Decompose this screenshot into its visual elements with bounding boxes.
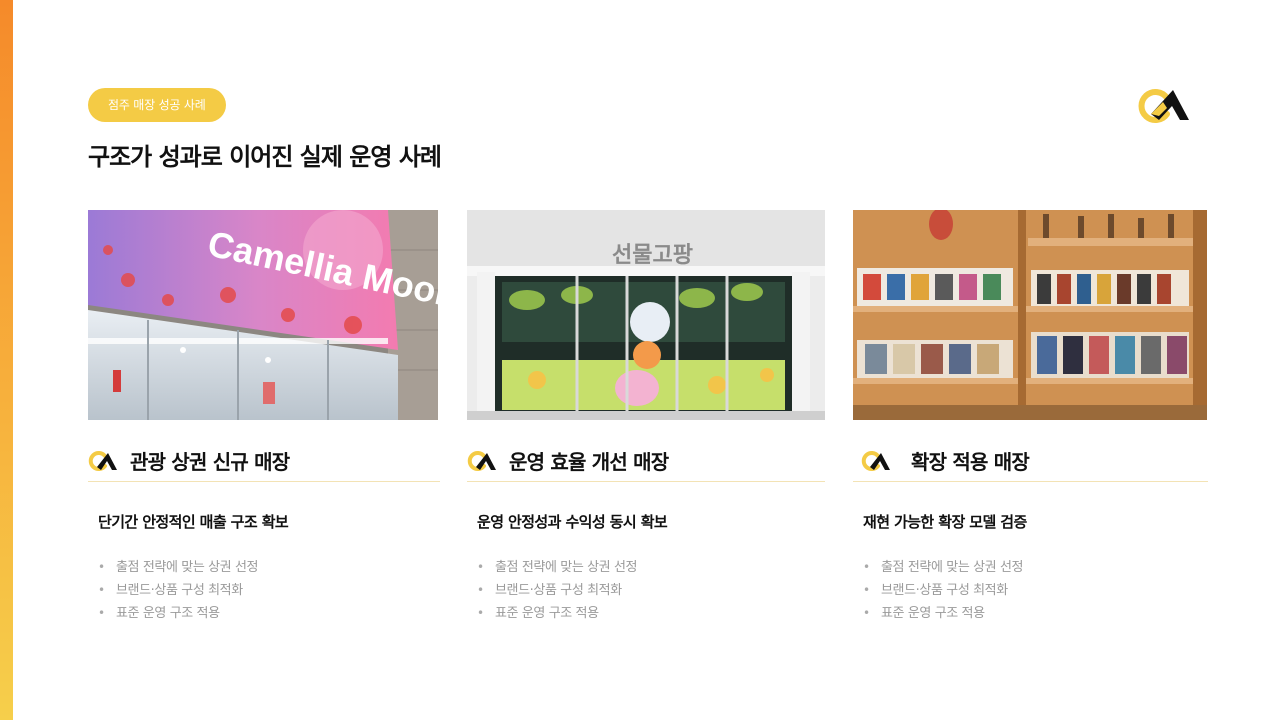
list-item: 출점 전략에 맞는 상권 선정 bbox=[863, 556, 1023, 579]
list-item: 브랜드·상품 구성 최적화 bbox=[477, 579, 637, 602]
card-title: 확장 적용 매장 bbox=[911, 450, 1030, 474]
card-subtitle: 단기간 안정적인 매출 구조 확보 bbox=[98, 513, 289, 531]
list-item: 출점 전략에 맞는 상권 선정 bbox=[98, 556, 258, 579]
card-header: 운영 효율 개선 매장 bbox=[467, 446, 669, 475]
card-header: 확장 적용 매장 bbox=[861, 446, 1030, 475]
list-item: 브랜드·상품 구성 최적화 bbox=[98, 579, 258, 602]
brand-mark-icon bbox=[861, 450, 890, 471]
card-title: 관광 상권 신규 매장 bbox=[130, 450, 290, 474]
card-subtitle: 재현 가능한 확장 모델 검증 bbox=[863, 513, 1027, 531]
brand-mark-icon bbox=[88, 450, 117, 471]
store-photo-shelves bbox=[853, 210, 1207, 420]
bullet-list: 출점 전략에 맞는 상권 선정 브랜드·상품 구성 최적화 표준 운영 구조 적… bbox=[863, 556, 1023, 625]
card-header: 관광 상권 신규 매장 bbox=[88, 446, 290, 475]
card-subtitle: 운영 안정성과 수익성 동시 확보 bbox=[477, 513, 668, 531]
page-title: 구조가 성과로 이어진 실제 운영 사례 bbox=[88, 143, 442, 171]
store-photo-gift-shop: 선물고팡 bbox=[467, 210, 825, 420]
bullet-list: 출점 전략에 맞는 상권 선정 브랜드·상품 구성 최적화 표준 운영 구조 적… bbox=[98, 556, 258, 625]
divider bbox=[853, 481, 1208, 482]
divider bbox=[467, 481, 825, 482]
store-photo-camellia-moon: Camellia Moon bbox=[88, 210, 438, 420]
side-accent-bar bbox=[0, 0, 13, 720]
list-item: 브랜드·상품 구성 최적화 bbox=[863, 579, 1023, 602]
divider bbox=[88, 481, 440, 482]
list-item: 출점 전략에 맞는 상권 선정 bbox=[477, 556, 637, 579]
bullet-list: 출점 전략에 맞는 상권 선정 브랜드·상품 구성 최적화 표준 운영 구조 적… bbox=[477, 556, 637, 625]
section-badge: 점주 매장 성공 사례 bbox=[88, 88, 226, 122]
list-item: 표준 운영 구조 적용 bbox=[863, 602, 1023, 625]
card-title: 운영 효율 개선 매장 bbox=[509, 450, 669, 474]
list-item: 표준 운영 구조 적용 bbox=[98, 602, 258, 625]
brand-mark-icon bbox=[467, 450, 496, 471]
list-item: 표준 운영 구조 적용 bbox=[477, 602, 637, 625]
svg-text:선물고팡: 선물고팡 bbox=[612, 243, 693, 268]
brand-logo-icon bbox=[1138, 89, 1189, 123]
